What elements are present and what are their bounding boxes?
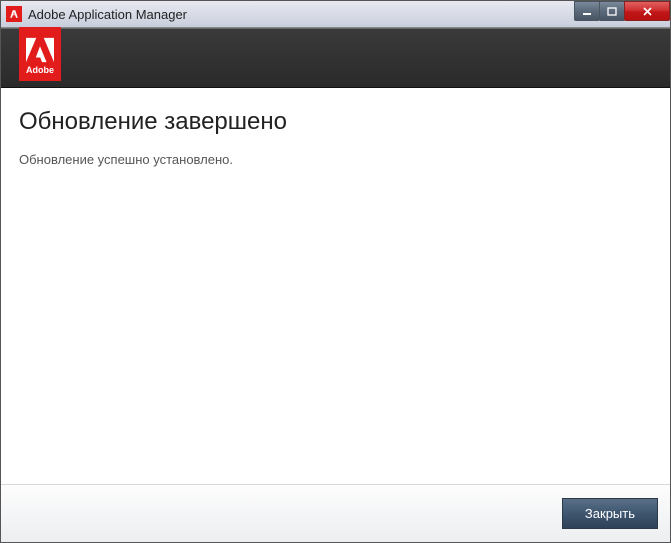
window-title: Adobe Application Manager [28,7,187,22]
footer-bar: Закрыть [1,484,670,542]
adobe-badge: Adobe [19,27,61,81]
minimize-button[interactable] [574,1,600,21]
window-close-button[interactable] [624,1,670,21]
adobe-logo-icon [26,37,54,63]
update-complete-heading: Обновление завершено [19,108,652,136]
adobe-badge-text: Adobe [26,65,54,75]
application-window: Adobe Application Manager Adobe Обновлен… [0,0,671,543]
titlebar[interactable]: Adobe Application Manager [1,1,670,28]
window-controls [575,1,670,21]
update-complete-subtext: Обновление успешно установлено. [19,152,652,167]
maximize-button[interactable] [599,1,625,21]
header-band: Adobe [1,28,670,88]
close-button[interactable]: Закрыть [562,498,658,529]
content-area: Обновление завершено Обновление успешно … [1,88,670,484]
adobe-app-icon [6,6,22,22]
